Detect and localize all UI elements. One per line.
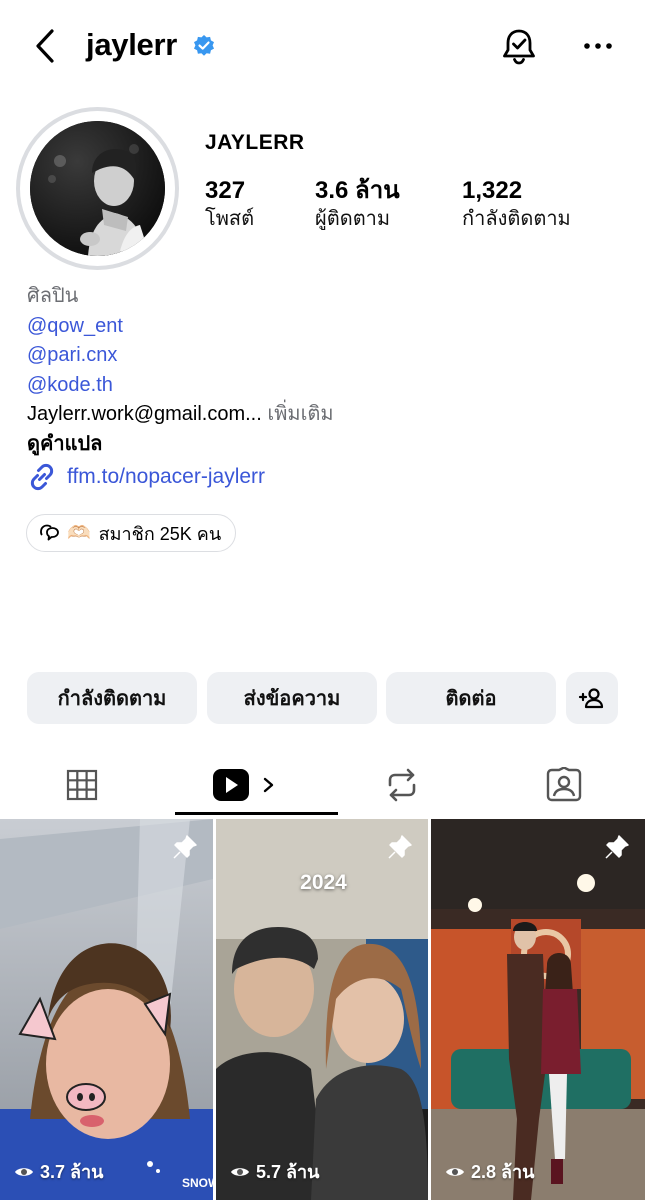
bio-category: ศิลปิน (27, 285, 79, 307)
eye-icon (446, 1167, 464, 1176)
reel-image: SNOW (0, 819, 213, 1200)
bio-mention-link[interactable]: @qow_ent (27, 312, 627, 342)
reel-thumbnail[interactable]: 2024 5.7 ล้าน (216, 819, 428, 1200)
eye-icon (231, 1167, 249, 1176)
bio-mention-link[interactable]: @kode.th (27, 371, 627, 401)
stat-following-count: 1,322 (462, 177, 523, 204)
pin-icon (605, 835, 629, 859)
stat-posts-count: 327 (205, 177, 246, 204)
pin-icon (173, 835, 197, 859)
tagged-person-icon (546, 767, 581, 802)
channel-members-label: สมาชิก 25K คน (98, 523, 222, 544)
reel-image (431, 819, 645, 1200)
reel-views-text: 2.8 ล้าน (471, 1162, 535, 1182)
bio-email-row: Jaylerr.work@gmail.com... เพิ่มเติม (27, 400, 627, 430)
reel-view-count: 3.7 ล้าน (14, 1157, 103, 1186)
tab-reposts[interactable] (322, 752, 482, 818)
more-options-button[interactable] (582, 32, 614, 60)
bio-email: Jaylerr.work@gmail.com... (27, 403, 262, 425)
grid-icon (66, 769, 97, 801)
reels-grid: SNOW 3.7 ล้าน 2024 (0, 819, 645, 1200)
stat-following[interactable]: 1,322 กำลังติดตาม (462, 176, 571, 232)
profile-username: jaylerr (86, 27, 177, 62)
reel-view-count: 5.7 ล้าน (230, 1157, 319, 1186)
reel-thumbnail[interactable]: 2.8 ล้าน (431, 819, 645, 1200)
channel-emoji: 🫶🏻 (67, 523, 91, 544)
notifications-bell-button[interactable] (500, 26, 538, 66)
see-translation-button[interactable]: ดูคำแปล (27, 430, 627, 460)
tab-posts-grid[interactable] (0, 752, 163, 818)
reel-thumbnail[interactable]: SNOW 3.7 ล้าน (0, 819, 213, 1200)
stat-posts[interactable]: 327 โพสต์ (205, 176, 254, 232)
chat-bubbles-icon (40, 524, 59, 541)
eye-icon (15, 1167, 33, 1176)
bell-check-icon (503, 29, 535, 65)
tab-tagged[interactable] (482, 752, 645, 818)
stat-following-label: กำลังติดตาม (462, 208, 571, 230)
avatar-photo (30, 121, 165, 256)
contact-button[interactable]: ติดต่อ (386, 672, 556, 724)
stat-followers-label: ผู้ติดตาม (315, 208, 391, 230)
display-name: JAYLERR (205, 131, 305, 154)
profile-bio: ศิลปิน @qow_ent @pari.cnx @kode.th Jayle… (27, 282, 627, 459)
verified-badge-icon (192, 34, 216, 58)
stat-followers[interactable]: 3.6 ล้าน ผู้ติดตาม (315, 176, 400, 232)
reels-play-icon (212, 769, 249, 801)
top-bar: jaylerr (0, 0, 645, 92)
broadcast-channel-pill[interactable]: 🫶🏻 สมาชิก 25K คน (26, 514, 237, 552)
tab-reels[interactable] (163, 752, 326, 818)
link-icon (30, 463, 54, 491)
suggested-users-button[interactable] (566, 672, 618, 724)
profile-avatar[interactable] (16, 107, 179, 270)
bio-more-button[interactable]: เพิ่มเติม (267, 403, 333, 425)
profile-tabs (0, 752, 645, 818)
repost-icon (388, 768, 416, 802)
stat-followers-count: 3.6 ล้าน (315, 177, 400, 204)
reel-views-text: 3.7 ล้าน (40, 1162, 104, 1182)
following-button[interactable]: กำลังติดตาม (27, 672, 197, 724)
bio-external-link[interactable]: ffm.to/nopacer-jaylerr (27, 461, 265, 493)
more-dots-icon (584, 43, 612, 49)
pin-icon (388, 835, 412, 859)
reel-overlay-text: 2024 (300, 871, 347, 894)
reel-views-text: 5.7 ล้าน (256, 1162, 320, 1182)
message-button[interactable]: ส่งข้อความ (207, 672, 377, 724)
stat-posts-label: โพสต์ (205, 208, 255, 230)
svg-text:SNOW: SNOW (182, 1176, 213, 1190)
back-button[interactable] (28, 26, 64, 66)
reel-view-count: 2.8 ล้าน (445, 1157, 534, 1186)
chevron-right-icon (263, 777, 273, 793)
active-tab-indicator (175, 812, 338, 815)
chevron-left-icon (36, 29, 54, 63)
bio-link-text: ffm.to/nopacer-jaylerr (67, 465, 266, 488)
bio-mention-link[interactable]: @pari.cnx (27, 341, 627, 371)
add-person-icon (578, 688, 604, 709)
